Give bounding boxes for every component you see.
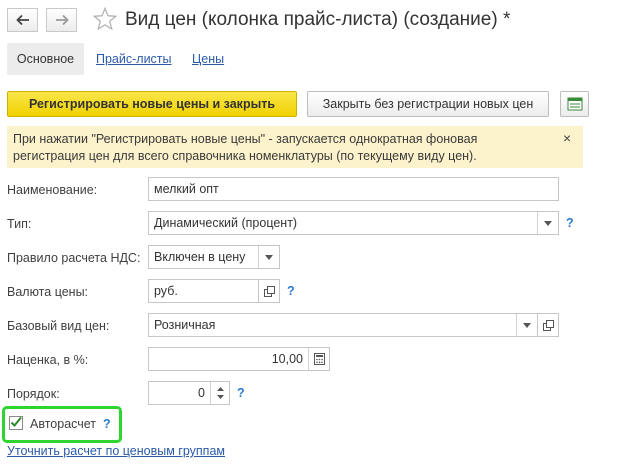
tab-main[interactable]: Основное [7,43,84,75]
tab-prices[interactable]: Цены [192,52,224,66]
type-value: Динамический (процент) [154,216,298,230]
checkmark-icon [10,416,22,427]
base-price-open-button[interactable] [537,313,559,337]
calculator-button[interactable] [308,348,329,370]
vat-rule-select[interactable]: Включен в цену [148,245,280,269]
name-value: мелкий опт [154,182,219,196]
base-price-type-label: Базовый вид цен: [7,319,110,333]
table-report-icon [567,97,582,111]
markup-value: 10,00 [271,352,303,366]
stepper-down-icon[interactable] [216,395,224,399]
favorite-star-icon[interactable] [92,6,118,35]
currency-input[interactable]: руб. [148,279,259,303]
tab-price-lists[interactable]: Прайс-листы [96,52,172,66]
close-without-register-button[interactable]: Закрыть без регистрации новых цен [307,91,549,117]
arrow-left-icon [15,14,29,26]
chevron-down-icon[interactable] [516,314,537,336]
currency-open-button[interactable] [258,279,280,303]
info-banner: При нажатии "Регистрировать новые цены" … [7,126,583,168]
name-label: Наименование: [7,183,98,197]
type-label: Тип: [7,217,32,231]
open-window-icon [263,285,275,297]
base-price-type-select[interactable]: Розничная [148,313,538,337]
type-select[interactable]: Динамический (процент) [148,211,559,235]
autocalc-checkbox[interactable] [9,416,23,430]
autocalc-help-icon[interactable]: ? [103,417,111,431]
page-title: Вид цен (колонка прайс-листа) (создание)… [125,9,511,30]
refine-by-price-groups-link[interactable]: Уточнить расчет по ценовым группам [7,444,225,458]
order-help-icon[interactable]: ? [237,386,245,400]
autocalc-label[interactable]: Авторасчет [30,417,96,431]
base-price-type-value: Розничная [154,318,216,332]
back-button[interactable] [7,8,38,32]
currency-label: Валюта цены: [7,285,89,299]
chevron-down-icon[interactable] [258,246,279,268]
currency-value: руб. [154,284,178,298]
markup-label: Наценка, в %: [7,353,89,367]
forward-button[interactable] [46,8,77,32]
stepper-up-icon[interactable] [216,387,224,391]
order-label: Порядок: [7,387,60,401]
type-help-icon[interactable]: ? [566,216,574,230]
vat-rule-value: Включен в цену [154,250,246,264]
currency-help-icon[interactable]: ? [287,284,295,298]
arrow-right-icon [55,14,69,26]
vat-rule-label: Правило расчета НДС: [7,251,141,265]
close-icon[interactable]: × [563,130,571,146]
stepper-buttons[interactable] [210,382,229,404]
chevron-down-icon[interactable] [537,212,558,234]
open-window-icon [542,319,554,331]
order-stepper[interactable]: 0 [148,381,230,405]
order-value: 0 [198,386,205,400]
register-and-close-button[interactable]: Регистрировать новые цены и закрыть [7,91,297,117]
name-input[interactable]: мелкий опт [148,177,559,201]
calculator-icon [313,353,325,365]
report-button[interactable] [560,91,589,117]
markup-input[interactable]: 10,00 [148,347,330,371]
